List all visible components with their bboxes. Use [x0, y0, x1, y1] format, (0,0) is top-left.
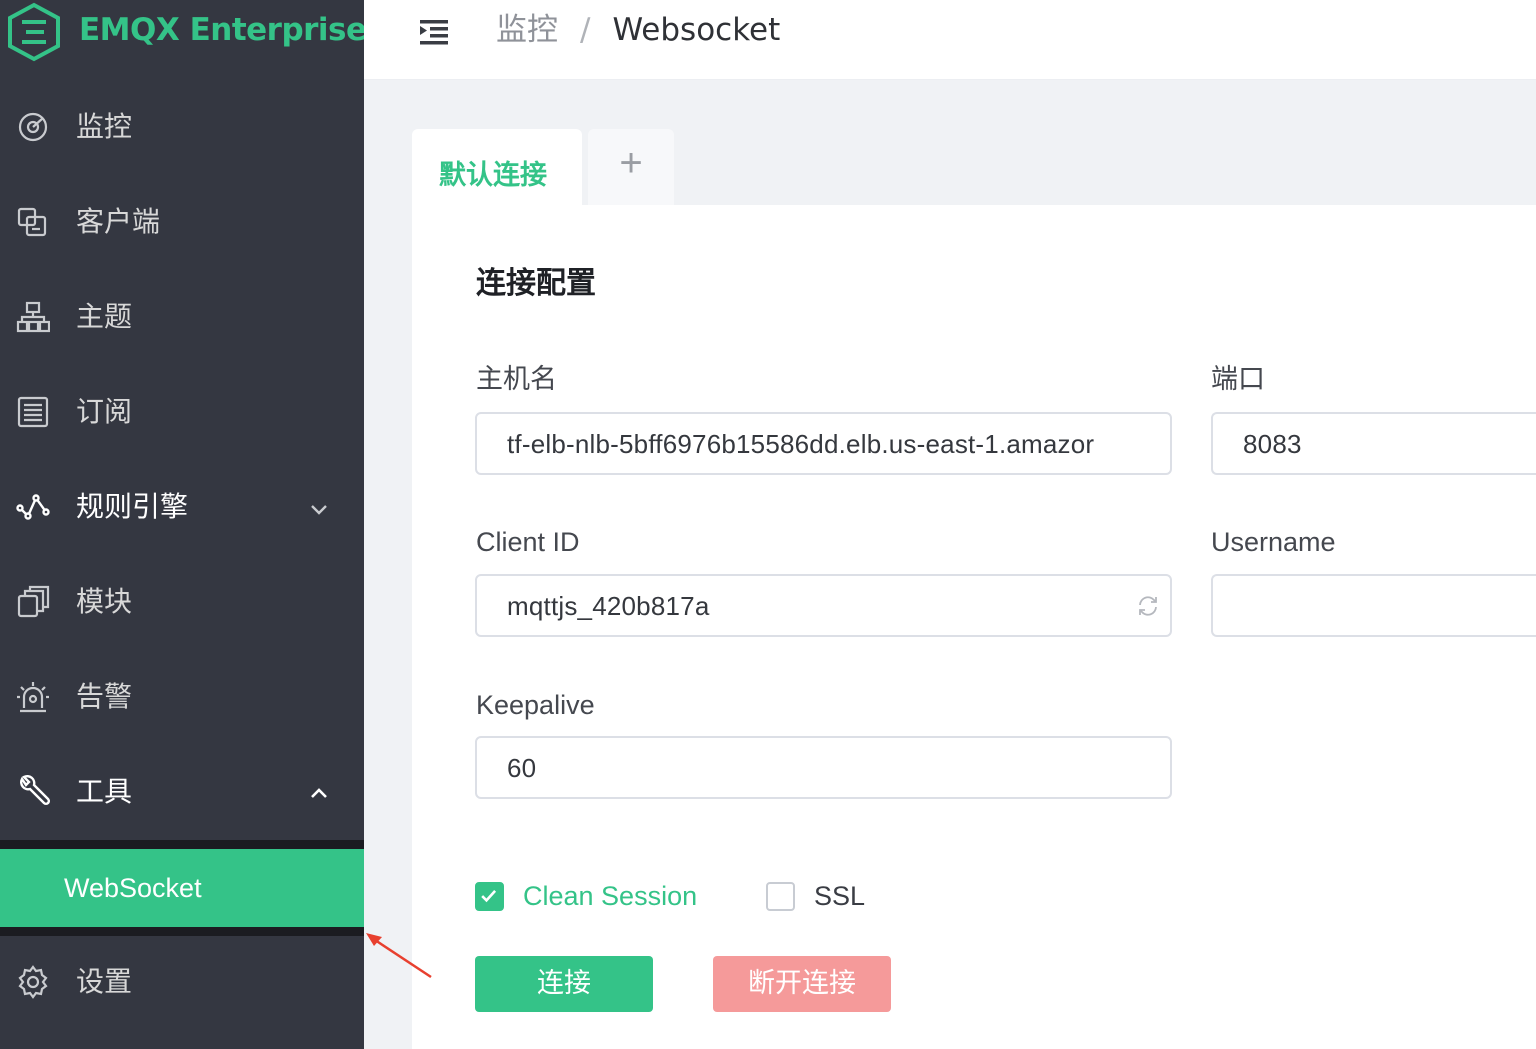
keepalive-label: Keepalive — [476, 690, 595, 720]
breadcrumb-separator: / — [580, 12, 591, 48]
sidebar-item-clients[interactable]: 客户端 — [0, 175, 364, 270]
sidebar-item-settings[interactable]: 设置 — [0, 935, 364, 1030]
tab-label: 默认连接 — [439, 160, 547, 191]
collapse-menu-icon[interactable] — [418, 16, 450, 48]
sidebar: EMQX Enterprise 监控 客户端 主题 订阅 规则引擎 模块 告警 … — [0, 0, 364, 1049]
refresh-icon[interactable] — [1136, 594, 1160, 618]
username-label: Username — [1211, 527, 1336, 557]
top-header: 监控 / Websocket — [364, 0, 1536, 80]
sidebar-item-label: 监控 — [76, 110, 133, 143]
annotation-arrow-icon — [366, 933, 432, 979]
client-id-label: Client ID — [476, 527, 580, 557]
ssl-checkbox[interactable] — [766, 882, 795, 911]
sidebar-item-label: 规则引擎 — [76, 490, 189, 523]
submenu-label: WebSocket — [64, 873, 202, 903]
username-input[interactable] — [1211, 574, 1536, 637]
sidebar-item-label: 告警 — [76, 680, 133, 713]
port-label: 端口 — [1211, 364, 1265, 395]
plus-icon: + — [619, 141, 643, 185]
keepalive-input[interactable]: 60 — [475, 736, 1172, 799]
sidebar-item-monitor[interactable]: 监控 — [0, 80, 364, 175]
dashboard-icon — [16, 110, 50, 144]
host-label: 主机名 — [476, 364, 557, 395]
emqx-logo-icon — [8, 2, 60, 62]
sidebar-item-modules[interactable]: 模块 — [0, 555, 364, 650]
sidebar-item-rule-engine[interactable]: 规则引擎 — [0, 460, 364, 555]
gear-icon — [16, 965, 50, 999]
client-id-input[interactable]: mqttjs_420b817a — [475, 574, 1172, 637]
section-title: 连接配置 — [476, 266, 596, 301]
tools-icon — [16, 775, 50, 809]
clean-session-label[interactable]: Clean Session — [523, 879, 697, 913]
ssl-label[interactable]: SSL — [814, 879, 865, 913]
sidebar-item-label: 主题 — [76, 300, 133, 333]
port-input[interactable]: 8083 — [1211, 412, 1536, 475]
sidebar-item-label: 客户端 — [76, 205, 161, 238]
port-value: 8083 — [1243, 429, 1302, 459]
keepalive-value: 60 — [507, 753, 537, 783]
breadcrumb-monitor[interactable]: 监控 — [496, 12, 558, 48]
sidebar-item-alarms[interactable]: 告警 — [0, 650, 364, 745]
alarm-icon — [16, 680, 50, 714]
chevron-up-icon[interactable] — [306, 781, 332, 807]
clean-session-checkbox[interactable] — [475, 882, 504, 911]
sidebar-item-websocket[interactable]: WebSocket — [0, 849, 364, 927]
rule-engine-icon — [16, 490, 50, 524]
brand-name: EMQX Enterprise — [79, 12, 364, 48]
sidebar-item-label: 模块 — [76, 585, 133, 618]
connect-button[interactable]: 连接 — [475, 956, 653, 1012]
topics-icon — [16, 300, 50, 334]
chevron-down-icon[interactable] — [306, 496, 332, 522]
subscriptions-icon — [16, 395, 50, 429]
host-input[interactable]: tf-elb-nlb-5bff6976b15586dd.elb.us-east-… — [475, 412, 1172, 475]
check-icon — [481, 890, 497, 903]
sidebar-item-label: 订阅 — [76, 395, 133, 428]
tab-default-connection[interactable]: 默认连接 — [412, 129, 582, 207]
modules-icon — [16, 585, 50, 619]
sidebar-item-label: 工具 — [76, 775, 133, 808]
logo[interactable]: EMQX Enterprise — [0, 0, 364, 64]
host-value: tf-elb-nlb-5bff6976b15586dd.elb.us-east-… — [507, 429, 1095, 459]
add-tab-button[interactable]: + — [588, 129, 674, 205]
breadcrumb-current: Websocket — [612, 12, 781, 48]
sidebar-item-subscriptions[interactable]: 订阅 — [0, 365, 364, 460]
client-id-value: mqttjs_420b817a — [507, 591, 710, 621]
sidebar-item-topics[interactable]: 主题 — [0, 270, 364, 365]
clients-icon — [16, 205, 50, 239]
disconnect-button[interactable]: 断开连接 — [713, 956, 891, 1012]
sidebar-item-tools[interactable]: 工具 — [0, 745, 364, 840]
breadcrumb: 监控 / Websocket — [496, 10, 780, 50]
sidebar-item-label: 设置 — [76, 965, 133, 998]
